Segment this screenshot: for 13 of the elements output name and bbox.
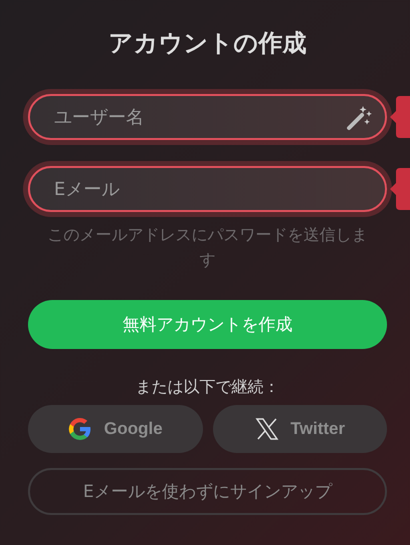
email-field[interactable]: Eメール <box>28 166 387 212</box>
create-account-button[interactable]: 無料アカウントを作成 <box>28 300 387 349</box>
email-hint-text: このメールアドレスにパスワードを送信します <box>46 224 368 271</box>
page-title: アカウントの作成 <box>108 28 308 59</box>
error-tooltip <box>390 96 410 138</box>
google-logo-icon <box>68 417 92 441</box>
x-logo-icon <box>254 417 279 441</box>
google-button[interactable]: Google <box>28 405 202 453</box>
error-tooltip <box>390 168 410 210</box>
twitter-button[interactable]: Twitter <box>212 405 387 453</box>
username-field[interactable]: ユーザー名 <box>28 94 387 140</box>
signup-without-email-button[interactable]: Eメールを使わずにサインアップ <box>28 468 387 515</box>
continue-with-label: または以下で継続： <box>134 377 280 397</box>
